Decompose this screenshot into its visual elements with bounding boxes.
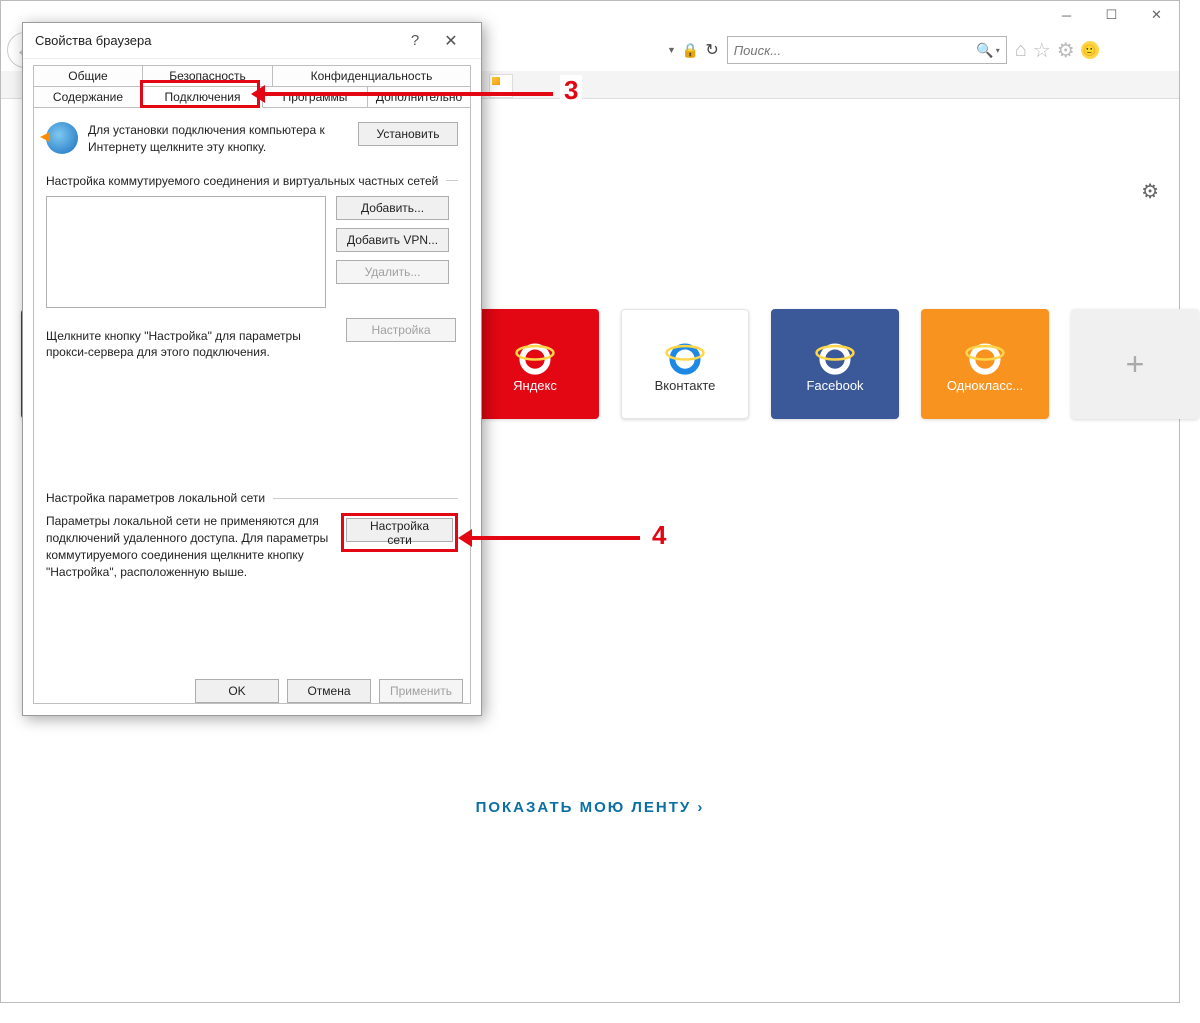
lan-section-label: Настройка параметров локальной сети [46,491,265,505]
annotation-number-4: 4 [648,520,670,551]
ie-logo-icon [664,336,706,378]
tile-add[interactable]: + [1071,309,1199,419]
lock-icon: 🔒 [682,42,699,59]
tab-connections[interactable]: Подключения [143,86,263,108]
address-dropdown-icon[interactable]: ▼ [667,45,676,55]
section-divider [273,498,458,499]
annotation-highlight-4: Настройка сети [341,513,458,552]
tab-privacy[interactable]: Конфиденциальность [273,65,471,86]
feed-link-text: ПОКАЗАТЬ МОЮ ЛЕНТУ [476,799,692,816]
dialup-section-label: Настройка коммутируемого соединения и ви… [46,174,438,188]
proxy-hint-text: Щелкните кнопку "Настройка" для параметр… [46,328,336,362]
remove-button: Удалить... [336,260,449,284]
internet-options-dialog: Свойства браузера ? ✕ Общие Безопасность… [22,22,482,716]
annotation-arrow-4 [470,536,640,540]
globe-icon [46,122,78,154]
ie-logo-icon [514,336,556,378]
favorites-icon[interactable]: ☆ [1033,38,1051,63]
dialog-close-button[interactable]: ✕ [433,31,469,51]
section-divider [446,180,458,181]
tab-content[interactable]: Содержание [33,86,143,108]
ie-logo-icon [814,336,856,378]
tile-label: Однокласс... [947,378,1023,393]
feedback-smiley-icon[interactable]: 🙂 [1081,41,1099,59]
annotation-number-3: 3 [560,75,582,106]
dialog-titlebar: Свойства браузера ? ✕ [23,23,481,59]
page-settings-icon[interactable]: ⚙ [1141,179,1159,204]
search-dropdown-icon[interactable]: ▾ [996,46,1000,55]
tab-general[interactable]: Общие [33,65,143,86]
lan-text: Параметры локальной сети не применяются … [46,513,331,580]
tile-facebook[interactable]: Facebook [771,309,899,419]
dialup-list[interactable] [46,196,326,308]
apply-button: Применить [379,679,463,703]
tile-label: Facebook [806,378,863,393]
install-button[interactable]: Установить [358,122,458,146]
tile-label: Яндекс [513,378,557,393]
toolbar-icons: ⌂ ☆ ⚙ 🙂 [1015,38,1099,63]
maximize-button[interactable]: ☐ [1089,1,1134,29]
tab-security[interactable]: Безопасность [143,65,273,86]
tile-odnoklassniki[interactable]: Однокласс... [921,309,1049,419]
ie-logo-icon [964,336,1006,378]
search-box[interactable]: 🔍 ▾ [727,36,1007,64]
search-input[interactable] [734,43,977,58]
setup-text: Для установки подключения компьютера к И… [88,122,348,156]
minimize-button[interactable]: ─ [1044,1,1089,29]
settings-gear-icon[interactable]: ⚙ [1057,38,1075,63]
dialog-help-button[interactable]: ? [397,32,433,49]
tile-vkontakte[interactable]: Вконтакте [621,309,749,419]
lan-settings-button[interactable]: Настройка сети [346,518,453,542]
cancel-button[interactable]: Отмена [287,679,371,703]
home-icon[interactable]: ⌂ [1015,39,1027,62]
annotation-arrow-3 [263,92,553,96]
chevron-right-icon: › [697,799,704,816]
refresh-icon[interactable]: ↻ [705,40,718,60]
add-button[interactable]: Добавить... [336,196,449,220]
tile-yandex[interactable]: Яндекс [471,309,599,419]
tab-programs[interactable]: Программы [263,86,368,108]
search-icon[interactable]: 🔍 [976,42,993,59]
add-vpn-button[interactable]: Добавить VPN... [336,228,449,252]
dialog-title: Свойства браузера [35,33,397,48]
ok-button[interactable]: OK [195,679,279,703]
tab-panel-connections: Для установки подключения компьютера к И… [33,108,471,704]
window-controls: ─ ☐ ✕ [1044,1,1179,29]
show-feed-link[interactable]: ПОКАЗАТЬ МОЮ ЛЕНТУ › [1,799,1179,816]
close-window-button[interactable]: ✕ [1134,1,1179,29]
tile-label: Вконтакте [655,378,716,393]
dialog-actions: OK Отмена Применить [195,679,463,703]
dialup-settings-button: Настройка [346,318,456,342]
tab-advanced[interactable]: Дополнительно [368,86,471,108]
